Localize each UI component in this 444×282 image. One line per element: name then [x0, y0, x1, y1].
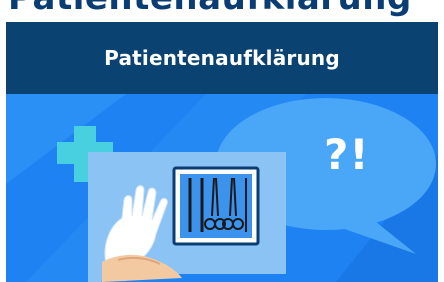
card-header: Patientenaufklärung [6, 22, 438, 94]
clipped-heading-text: Patientenaufklärung [8, 0, 412, 18]
illustration-svg [6, 94, 438, 282]
clipped-heading: Patientenaufklärung [0, 0, 444, 22]
bubble-text: ?! [324, 130, 370, 179]
surgical-tools-icon [172, 166, 260, 246]
card-title: Patientenaufklärung [104, 46, 340, 70]
illustration [6, 94, 438, 282]
article-card[interactable]: Patientenaufklärung ?! [6, 22, 438, 282]
